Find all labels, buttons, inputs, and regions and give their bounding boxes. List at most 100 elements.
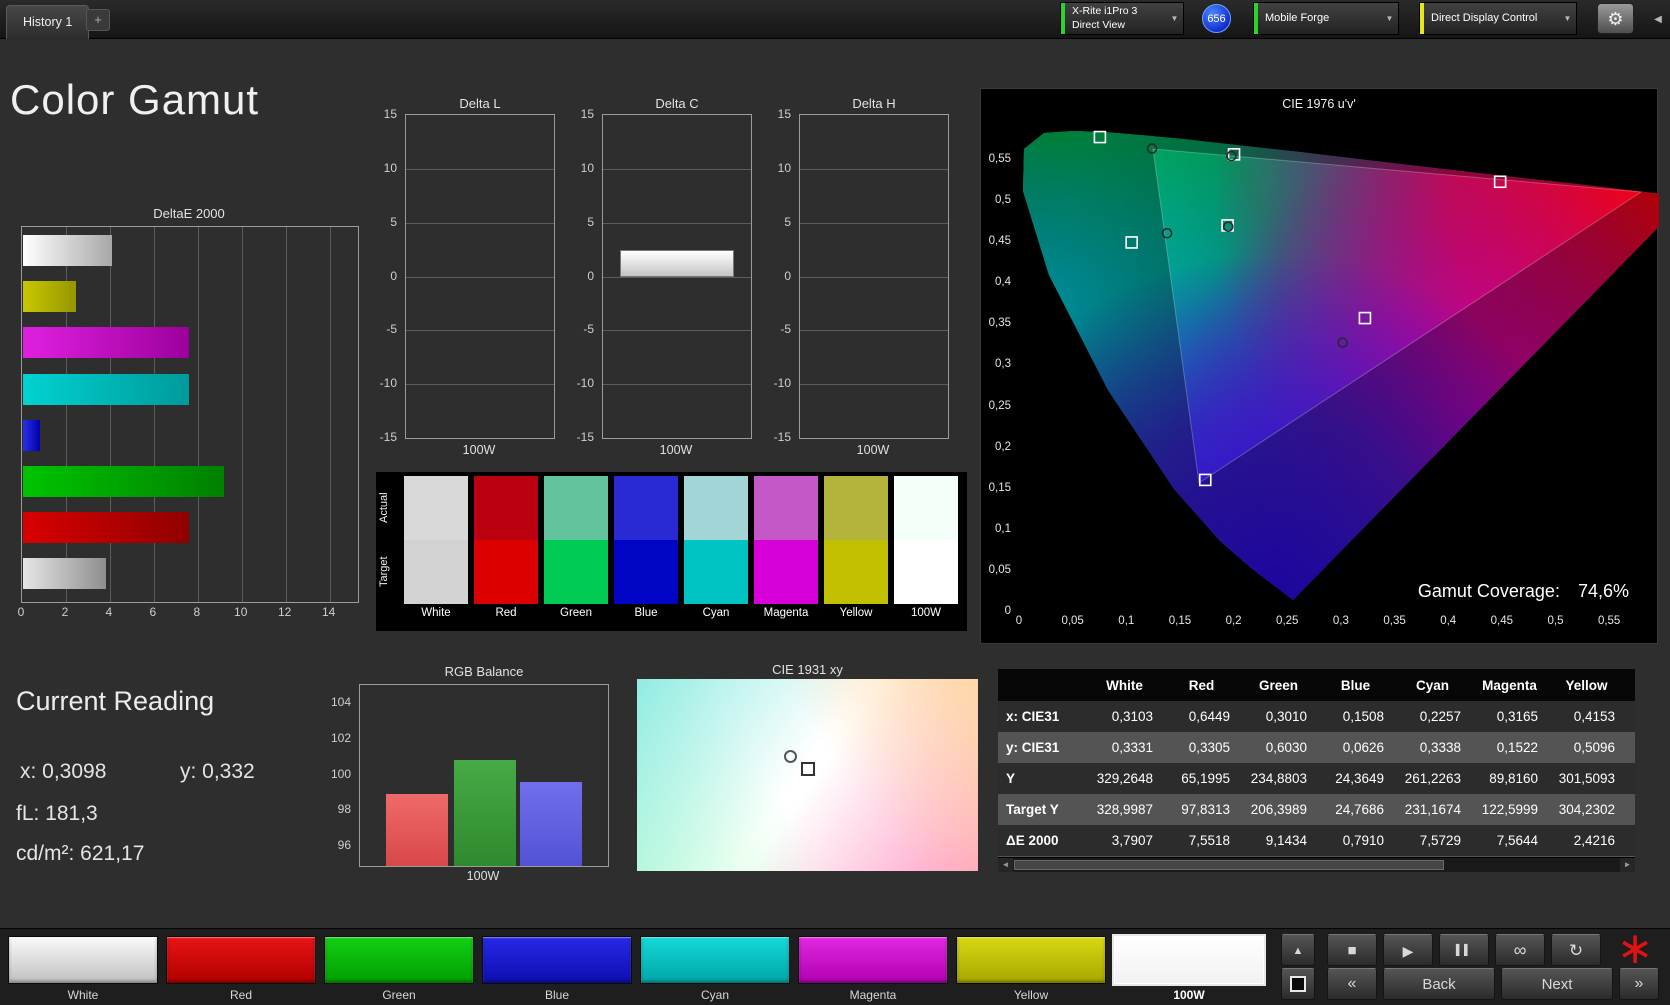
cie1976-xaxis: 0 0,05 0,1 0,15 0,2 0,25 0,3 0,35 0,4 0,45 0,5 0,55 <box>981 615 1659 631</box>
table-cell: 0,4153 <box>1573 709 1615 724</box>
swatch-target <box>404 540 468 604</box>
display-control-label: Direct Display Control <box>1431 11 1538 24</box>
table-cell: 0,7910 <box>1342 833 1384 848</box>
cie1976-yaxis: 0 0,05 0,1 0,15 0,2 0,25 0,3 0,35 0,4 0,45 0,5 0,55 <box>981 89 1015 645</box>
source-label: Mobile Forge <box>1265 11 1330 24</box>
pattern-button-green[interactable]: Green <box>324 936 474 1002</box>
delta_h-ytick: -5 <box>780 322 791 337</box>
deltae2000-xtick: 14 <box>321 605 336 619</box>
table-cell: 261,2263 <box>1404 771 1461 786</box>
next-button[interactable]: Next <box>1501 968 1613 1000</box>
scroll-left-icon[interactable]: ◄ <box>998 858 1013 872</box>
back-chevrons-button[interactable]: « <box>1327 968 1377 1000</box>
display-control-dropdown[interactable]: Direct Display Control ▼ <box>1419 2 1577 35</box>
pattern-swatch <box>640 936 790 984</box>
stop-button[interactable]: ■ <box>1327 934 1377 966</box>
gamut-coverage: Gamut Coverage: 74,6% <box>1418 581 1629 602</box>
delta_l-ytick: 5 <box>390 214 397 229</box>
delta_h-gridline <box>800 330 948 332</box>
table-cell: 301,5093 <box>1558 771 1615 786</box>
pattern-window-button[interactable] <box>1281 968 1315 1000</box>
cie1976-xtick: 0,5 <box>1547 615 1564 627</box>
top-bar: History 1 + X-Rite i1Pro 3 Direct View ▼… <box>0 0 1670 39</box>
cie1976-plot <box>1023 130 1659 600</box>
table-row-label: x: CIE31 <box>1006 709 1060 724</box>
swatch-label: Green <box>560 607 592 619</box>
up-button[interactable]: ▲ <box>1281 934 1315 966</box>
scrollbar-thumb[interactable] <box>1014 860 1444 870</box>
settings-button[interactable]: ⚙ <box>1597 3 1634 34</box>
cie1976-ytick: 0 <box>1004 605 1011 617</box>
measurement-count-badge: 656 <box>1202 4 1231 33</box>
table-cell: 0,6449 <box>1188 709 1230 724</box>
pattern-button-blue[interactable]: Blue <box>482 936 632 1002</box>
swatch-actual <box>754 476 818 540</box>
rgb-balance-chart: RGB Balance 96 98 100 102 104 100W <box>325 664 611 889</box>
table-cell: 122,5999 <box>1481 802 1538 817</box>
delta-c-title: Delta C <box>655 96 699 111</box>
pattern-swatch <box>956 936 1106 984</box>
swatch-label: Yellow <box>839 607 873 619</box>
pattern-swatch <box>166 936 316 984</box>
table-cell: 6 <box>1625 794 1635 825</box>
meter-line1: X-Rite i1Pro 3 <box>1072 5 1138 18</box>
collapse-panel-button[interactable]: ◀ <box>1650 9 1666 31</box>
continuous-button[interactable]: ∞ <box>1495 934 1545 966</box>
rgb-balance-ytick: 102 <box>330 730 351 745</box>
pattern-button-white[interactable]: White <box>8 936 158 1002</box>
pattern-button-red[interactable]: Red <box>166 936 316 1002</box>
delta_c-ytick: 5 <box>587 214 594 229</box>
rgb-balance-title: RGB Balance <box>444 664 524 679</box>
pattern-label: White <box>67 988 99 1002</box>
pattern-button-100w[interactable]: 100W <box>1114 936 1264 1002</box>
cie1976-ytick: 0,35 <box>988 317 1011 330</box>
table-horizontal-scrollbar[interactable]: ◄ ► <box>998 857 1635 872</box>
deltae2000-gridline <box>109 227 111 602</box>
reading-x-value: x: 0,3098 <box>20 760 107 783</box>
scroll-right-icon[interactable]: ► <box>1620 858 1635 872</box>
cie1976-ytick: 0,05 <box>988 563 1011 576</box>
cie1976-xtick: 0,05 <box>1061 615 1084 627</box>
rgb-balance-bar-blue <box>520 781 582 866</box>
rgb_balance-yaxis: 96 98 100 102 104 <box>325 684 357 865</box>
rgb-balance-ytick: 98 <box>337 802 351 817</box>
table-header-cell: Red <box>1163 669 1240 701</box>
table-cell: 0,1522 <box>1496 740 1538 755</box>
table-cell: 0 <box>1625 732 1635 763</box>
table-cell: 0,3305 <box>1188 740 1230 755</box>
back-button[interactable]: Back <box>1383 968 1495 1000</box>
meter-dropdown[interactable]: X-Rite i1Pro 3 Direct View ▼ <box>1060 2 1184 35</box>
cie1976-ytick: 0,2 <box>995 440 1011 453</box>
deltae2000-xtick: 12 <box>277 605 292 619</box>
swatch-column-magenta: Magenta <box>754 476 818 622</box>
play-button[interactable]: ▶ <box>1383 934 1433 966</box>
source-dropdown[interactable]: Mobile Forge ▼ <box>1253 2 1399 35</box>
meter-line2: Direct View <box>1072 18 1125 31</box>
table-row: x: CIE31 0,3103 0,6449 0,3010 0,1508 0,2257 0,… <box>998 701 1635 732</box>
deltae2000-gridline <box>285 227 287 602</box>
cie1976-xtick: 0,45 <box>1490 615 1514 627</box>
pattern-button-yellow[interactable]: Yellow <box>956 936 1106 1002</box>
double-chevron-right-icon: » <box>1634 975 1644 992</box>
pattern-button-cyan[interactable]: Cyan <box>640 936 790 1002</box>
tab-history-1[interactable]: History 1 <box>6 5 90 39</box>
pattern-button-magenta[interactable]: Magenta <box>798 936 948 1002</box>
table-row-label: y: CIE31 <box>1006 740 1060 755</box>
delta_l-gridline <box>406 222 554 224</box>
add-tab-button[interactable]: + <box>86 9 110 31</box>
delta_h-ytick: 5 <box>784 214 791 229</box>
delta-c-xlabel: 100W <box>659 443 693 457</box>
swatch-target <box>824 540 888 604</box>
table-cell: 304,2302 <box>1558 802 1615 817</box>
table-cell: 0,1508 <box>1342 709 1384 724</box>
back-label: Back <box>1422 976 1456 993</box>
rgb-balance-xlabel: 100W <box>466 869 500 883</box>
cie1976-xtick: 0,1 <box>1118 615 1135 627</box>
table-cell: 231,1674 <box>1404 802 1461 817</box>
pause-button[interactable]: ▌▌ <box>1439 934 1489 966</box>
rgb-balance-ytick: 104 <box>330 694 351 709</box>
cie1976-title: CIE 1976 u'v' <box>1282 97 1356 111</box>
results-table-panel: White Red Green Blue Cyan Magenta Yellow x: CI… <box>998 669 1635 872</box>
refresh-button[interactable]: ↻ <box>1551 934 1601 966</box>
deltae2000-bar-blue <box>23 419 41 451</box>
